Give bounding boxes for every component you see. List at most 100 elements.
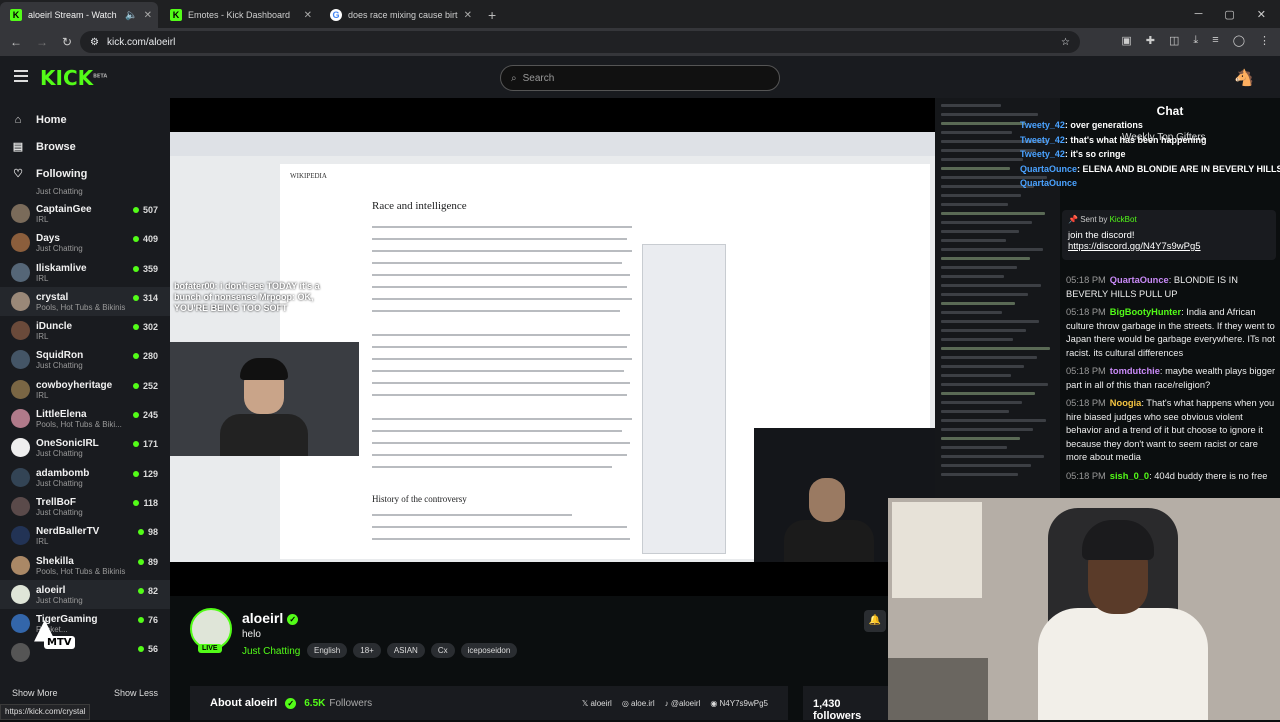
notification-bell-icon[interactable]: 🔔 [864, 610, 886, 632]
verified-icon: ✓ [287, 614, 299, 625]
channel-category: IRL [36, 215, 49, 224]
viewer-count: 314 [133, 293, 158, 303]
ticker-user[interactable]: Tweety_42 [1020, 149, 1065, 159]
sidebar-channel-item[interactable]: adambomb Just Chatting 129 [0, 463, 170, 492]
bookmark-star-icon[interactable]: ☆ [1061, 37, 1070, 48]
back-icon[interactable]: ← [10, 35, 22, 49]
wikipedia-logo: WIKIPEDIA [290, 172, 327, 180]
ticker-user[interactable]: Tweety_42 [1020, 120, 1065, 130]
tab-close-icon[interactable]: ✕ [144, 10, 152, 21]
viewer-count: 359 [133, 264, 158, 274]
message-username[interactable]: sish_0_0 [1110, 471, 1149, 481]
media-icon[interactable]: ≡ [1212, 34, 1218, 47]
sidebar-channel-item[interactable]: cowboyheritage IRL 252 [0, 375, 170, 404]
minimize-icon[interactable]: ─ [1195, 8, 1203, 21]
message-time: 05:18 PM [1066, 307, 1106, 317]
blurred-chat-line [941, 392, 1035, 395]
x-social-link[interactable]: 𝕏 aloeirl [582, 699, 612, 708]
instagram-social-link[interactable]: ◎ aloe.irl [622, 699, 655, 708]
sidebar-channel-item[interactable]: crystal Pools, Hot Tubs & Bikinis 314 [0, 286, 170, 317]
download-icon[interactable]: ⤓ [1193, 34, 1198, 47]
tag-chip[interactable]: ASIAN [386, 643, 425, 658]
tag-chip[interactable]: iceposeidon [460, 643, 518, 658]
sidebar-channel-item[interactable]: OneSonicIRL Just Chatting 171 [0, 433, 170, 462]
profile-icon[interactable]: ◯ [1233, 34, 1245, 47]
site-info-icon[interactable]: ⚙ [90, 37, 99, 48]
message-username[interactable]: QuartaOunce [1110, 275, 1169, 285]
browser-tab-aloeirl[interactable]: K aloeirl Stream - Watch Live 🔈 ✕ [0, 2, 158, 28]
sidebar-channel-item[interactable]: LittleElena Pools, Hot Tubs & Biki... 245 [0, 404, 170, 433]
message-username[interactable]: Noogia [1110, 398, 1142, 408]
viewer-count: 280 [133, 351, 158, 361]
channel-category: Just Chatting [36, 244, 83, 254]
blurred-chat-line [941, 266, 1017, 269]
social-label: @aloeirl [670, 698, 701, 708]
tag-chip[interactable]: English [307, 643, 348, 658]
wikipedia-sidebar-box [642, 244, 726, 554]
show-less-button[interactable]: Show Less [114, 688, 158, 698]
blurred-chat-line [941, 194, 1021, 197]
puzzle-icon[interactable]: ✚ [1146, 34, 1155, 47]
viewer-count: 76 [138, 615, 158, 625]
ticker-user[interactable]: Tweety_42 [1020, 135, 1065, 145]
window-close-icon[interactable]: ✕ [1257, 8, 1266, 21]
sidebar-channel-item[interactable]: Iliskamlive IRL 359 [0, 258, 170, 287]
user-avatar-icon[interactable]: 🐴 [1234, 68, 1254, 88]
reload-icon[interactable]: ↻ [62, 35, 72, 49]
sidebar-channel-item[interactable]: Shekilla Pools, Hot Tubs & Bikinis 89 [0, 551, 170, 580]
viewer-count: 252 [133, 381, 158, 391]
kick-logo[interactable]: KICKBETA [40, 66, 107, 90]
menu-dots-icon[interactable]: ⋮ [1259, 34, 1270, 47]
streamer-name[interactable]: aloeirl ✓ [242, 610, 299, 626]
channel-avatar [11, 291, 30, 311]
sidebar-channel-item[interactable]: iDuncle IRL 302 [0, 316, 170, 345]
sidebar-item-following[interactable]: ♡ Following [0, 160, 170, 187]
sidebar-item-home[interactable]: ⌂ Home [0, 106, 170, 133]
search-placeholder: Search [522, 72, 555, 84]
sidepanel-icon[interactable]: ◫ [1169, 34, 1179, 47]
hamburger-menu-icon[interactable] [14, 70, 28, 82]
about-panel: About aloeirl ✓ 6.5K Followers 𝕏 aloeirl… [190, 686, 788, 720]
discord-link[interactable]: https://discord.gg/N4Y7s9wPg5 [1068, 241, 1270, 252]
blurred-chat-line [941, 356, 1037, 359]
stream-category-link[interactable]: Just Chatting [242, 646, 300, 657]
stream-info: LIVE aloeirl ✓ helo Just Chatting English… [170, 596, 893, 722]
channel-category: IRL [36, 273, 49, 283]
channel-category: Just Chatting [36, 449, 83, 459]
blurred-chat-line [941, 122, 1025, 125]
browser-tab-emotes[interactable]: K Emotes - Kick Dashboard ✕ [160, 2, 318, 28]
sidebar-channel-item[interactable]: TrellBoF Just Chatting 118 [0, 492, 170, 521]
browser-tab-google[interactable]: G does race mixing cause birth de ✕ [320, 2, 478, 28]
tag-chip[interactable]: 18+ [353, 643, 381, 658]
channel-category: Just Chatting [36, 595, 83, 605]
ticker-user[interactable]: QuartaOunce [1020, 164, 1077, 174]
ticker-user[interactable]: QuartaOunce [1020, 178, 1077, 188]
tag-chip[interactable]: Cx [430, 643, 455, 658]
forward-icon[interactable]: → [36, 35, 48, 49]
pinned-message: 📌 Sent by KickBot join the discord! http… [1062, 210, 1276, 260]
video-player[interactable]: WIKIPEDIA Race and intelligence History … [170, 98, 935, 596]
url-bar[interactable]: ⚙ kick.com/aloeirl ☆ [80, 31, 1080, 53]
extension-icon[interactable]: ▣ [1121, 34, 1131, 47]
tiktok-social-link[interactable]: ♪ @aloeirl [665, 699, 701, 708]
sidebar-item-browse[interactable]: ▤ Browse [0, 133, 170, 160]
ticker-line: Tweety_42: that's what has been happenin… [1020, 135, 1207, 145]
message-username[interactable]: BigBootyHunter [1110, 307, 1181, 317]
tab-mute-icon[interactable]: 🔈 [125, 10, 137, 21]
discord-social-link[interactable]: ◉ N4Y7s9wPg5 [710, 699, 768, 708]
sidebar-channel-item[interactable]: CaptainGee IRL 507 [0, 199, 170, 228]
tab-close-icon[interactable]: ✕ [304, 10, 312, 21]
about-title: About aloeirl [210, 697, 278, 709]
wikipedia-title: Race and intelligence [372, 200, 467, 212]
sidebar-channel-item[interactable]: NerdBallerTV IRL 98 [0, 521, 170, 550]
new-tab-button[interactable]: + [480, 7, 504, 28]
message-username[interactable]: tomdutchie [1110, 366, 1160, 376]
channel-category: IRL [36, 390, 49, 400]
tab-close-icon[interactable]: ✕ [464, 10, 472, 21]
sidebar-channel-item[interactable]: SquidRon Just Chatting 280 [0, 345, 170, 374]
search-input[interactable]: ⌕ Search [500, 65, 780, 91]
sidebar-channel-item[interactable]: Days Just Chatting 409 [0, 228, 170, 257]
sidebar-channel-item[interactable]: aloeirl Just Chatting 82 [0, 579, 170, 610]
ticker-line: QuartaOunce [1020, 178, 1077, 188]
maximize-icon[interactable]: ▢ [1224, 8, 1234, 21]
